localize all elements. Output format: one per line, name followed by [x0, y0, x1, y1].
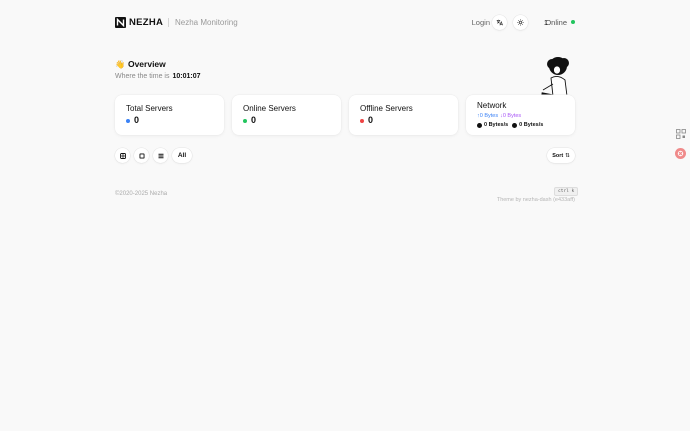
overview-section: 👋 Overview Where the time is 10:01:07: [115, 59, 201, 80]
sort-label: Sort: [552, 152, 564, 159]
total-servers-dot: [126, 119, 130, 123]
time-line: Where the time is 10:01:07: [115, 73, 201, 80]
qr-code-icon[interactable]: [675, 128, 686, 139]
translate-icon: [496, 19, 503, 26]
upload-circle-icon: [477, 122, 482, 128]
offline-servers-card[interactable]: Offline Servers 0: [349, 95, 458, 135]
online-servers-label: Online Servers: [243, 104, 296, 113]
theme-toggle-button[interactable]: [513, 15, 528, 30]
list-icon: [158, 153, 163, 158]
network-label: Network: [477, 101, 507, 110]
spinner-icon[interactable]: [675, 148, 686, 159]
nezha-logo-icon[interactable]: [115, 17, 126, 28]
download-total: ↓0 Bytes: [500, 113, 522, 119]
grid-filter-button[interactable]: [115, 148, 130, 163]
network-card[interactable]: Network ↑0 Bytes ↓0 Bytes 0 Bytes/s 0 Byt…: [466, 95, 575, 135]
overview-title: Overview: [127, 59, 166, 69]
time-prefix: Where the time is: [115, 73, 170, 80]
all-filter-button[interactable]: All: [172, 148, 192, 163]
download-speed: 0 Bytes/s: [519, 122, 544, 128]
login-link[interactable]: Login: [472, 18, 490, 27]
network-totals: ↑0 Bytes ↓0 Bytes: [477, 113, 521, 119]
upload-speed: 0 Bytes/s: [484, 122, 509, 128]
online-status-dot: [571, 20, 575, 24]
header-divider: [168, 18, 169, 27]
current-time: 10:01:07: [172, 73, 201, 80]
total-servers-value: 0: [134, 115, 140, 125]
upload-total: ↑0 Bytes: [477, 113, 499, 119]
copyright: ©2020-2025 Nezha: [115, 191, 168, 197]
download-circle-icon: [512, 122, 518, 128]
offline-servers-value: 0: [368, 115, 374, 125]
network-speeds: 0 Bytes/s 0 Bytes/s: [477, 122, 543, 128]
offline-servers-dot: [360, 119, 364, 123]
total-servers-label: Total Servers: [126, 104, 173, 113]
list-filter-button[interactable]: [153, 148, 168, 163]
theme-credit[interactable]: Theme by nezha-dash (e433aff): [497, 197, 575, 203]
offline-servers-label: Offline Servers: [360, 104, 413, 113]
online-servers-value: 0: [251, 115, 257, 125]
sort-button[interactable]: Sort ⇅: [547, 148, 575, 163]
online-servers-dot: [243, 119, 247, 123]
grid-icon: [119, 152, 126, 159]
image-icon: [139, 153, 144, 158]
online-servers-card[interactable]: Online Servers 0: [232, 95, 341, 135]
header: NEZHA Nezha Monitoring Login 1 Online: [115, 15, 575, 31]
brand-name[interactable]: NEZHA: [129, 17, 163, 28]
total-servers-card[interactable]: Total Servers 0: [115, 95, 224, 135]
sort-arrows-icon: ⇅: [565, 152, 570, 159]
sun-icon: [517, 19, 524, 26]
online-label: Online: [545, 18, 567, 27]
overview-heading: 👋 Overview: [115, 59, 201, 69]
language-button[interactable]: [492, 15, 507, 30]
site-subtitle: Nezha Monitoring: [175, 18, 238, 27]
card-filter-button[interactable]: [134, 148, 149, 163]
waving-hand-icon: 👋: [115, 59, 125, 69]
command-shortcut[interactable]: ctrl k: [554, 187, 579, 196]
